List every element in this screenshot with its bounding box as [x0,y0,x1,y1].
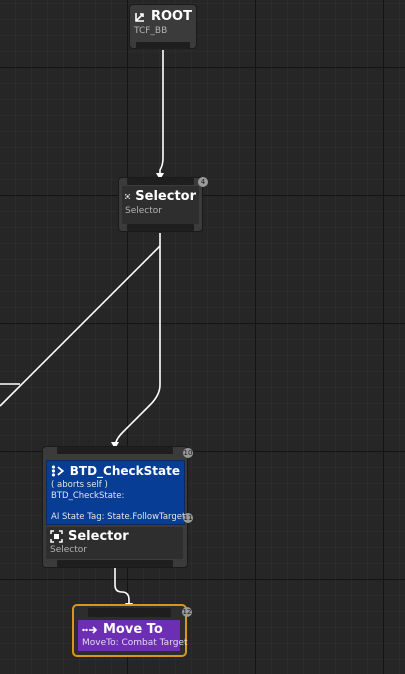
decorator-execution-badge: 11 [183,513,193,523]
root-subtitle: TCF_BB [134,26,168,36]
connection-wires [0,50,164,610]
selector-output-pin[interactable] [127,224,194,231]
selector-body: Selector Selector [122,186,199,224]
move-to-input-pin[interactable] [88,608,171,617]
inner-selector-title: Selector [68,529,129,544]
move-to-title: Move To [103,622,163,637]
selector-icon [125,193,131,200]
root-icon [135,12,144,22]
selector-execution-badge: 4 [198,177,208,187]
move-to-icon [82,625,98,634]
wire-selector-to-offscreen [0,245,161,407]
root-title: ROOT [151,9,192,24]
selector-subtitle: Selector [125,206,162,216]
composite-execution-badge: 10 [183,448,193,458]
decorator-description: BTD_CheckState: [51,491,125,501]
move-to-subtitle: MoveTo: Combat Target [82,638,188,648]
inner-selector-subtitle: Selector [50,545,87,555]
composite-output-pin[interactable] [57,560,173,567]
checkstate-composite-node[interactable]: 10 BTD_CheckState ( aborts self ) BTD_Ch… [42,446,193,568]
wire-root-to-selector [159,50,164,177]
decorator-state-tag: AI State Tag: State.FollowTarget [51,512,186,522]
selector-icon [50,530,63,543]
checkstate-decorator[interactable]: BTD_CheckState ( aborts self ) BTD_Check… [46,460,185,525]
decorator-icon [51,465,65,477]
decorator-title: BTD_CheckState [69,464,180,478]
move-to-body: Move To MoveTo: Combat Target [78,620,188,651]
root-node[interactable]: ROOT TCF_BB [129,4,197,49]
inner-selector-body: Selector Selector [46,527,183,559]
root-output-pin[interactable] [136,42,190,49]
move-to-execution-badge: 12 [182,607,192,617]
decorator-abort-mode: ( aborts self ) [51,480,108,490]
move-to-node[interactable]: Move To MoveTo: Combat Target 12 [72,604,192,657]
composite-input-pin[interactable] [57,447,173,454]
wire-selector-to-checkstate [114,233,161,448]
selector-title: Selector [135,189,196,204]
selector-node[interactable]: Selector Selector 4 [118,177,208,232]
selector-input-pin[interactable] [127,178,194,185]
wire-checkstate-to-moveto [114,568,130,608]
